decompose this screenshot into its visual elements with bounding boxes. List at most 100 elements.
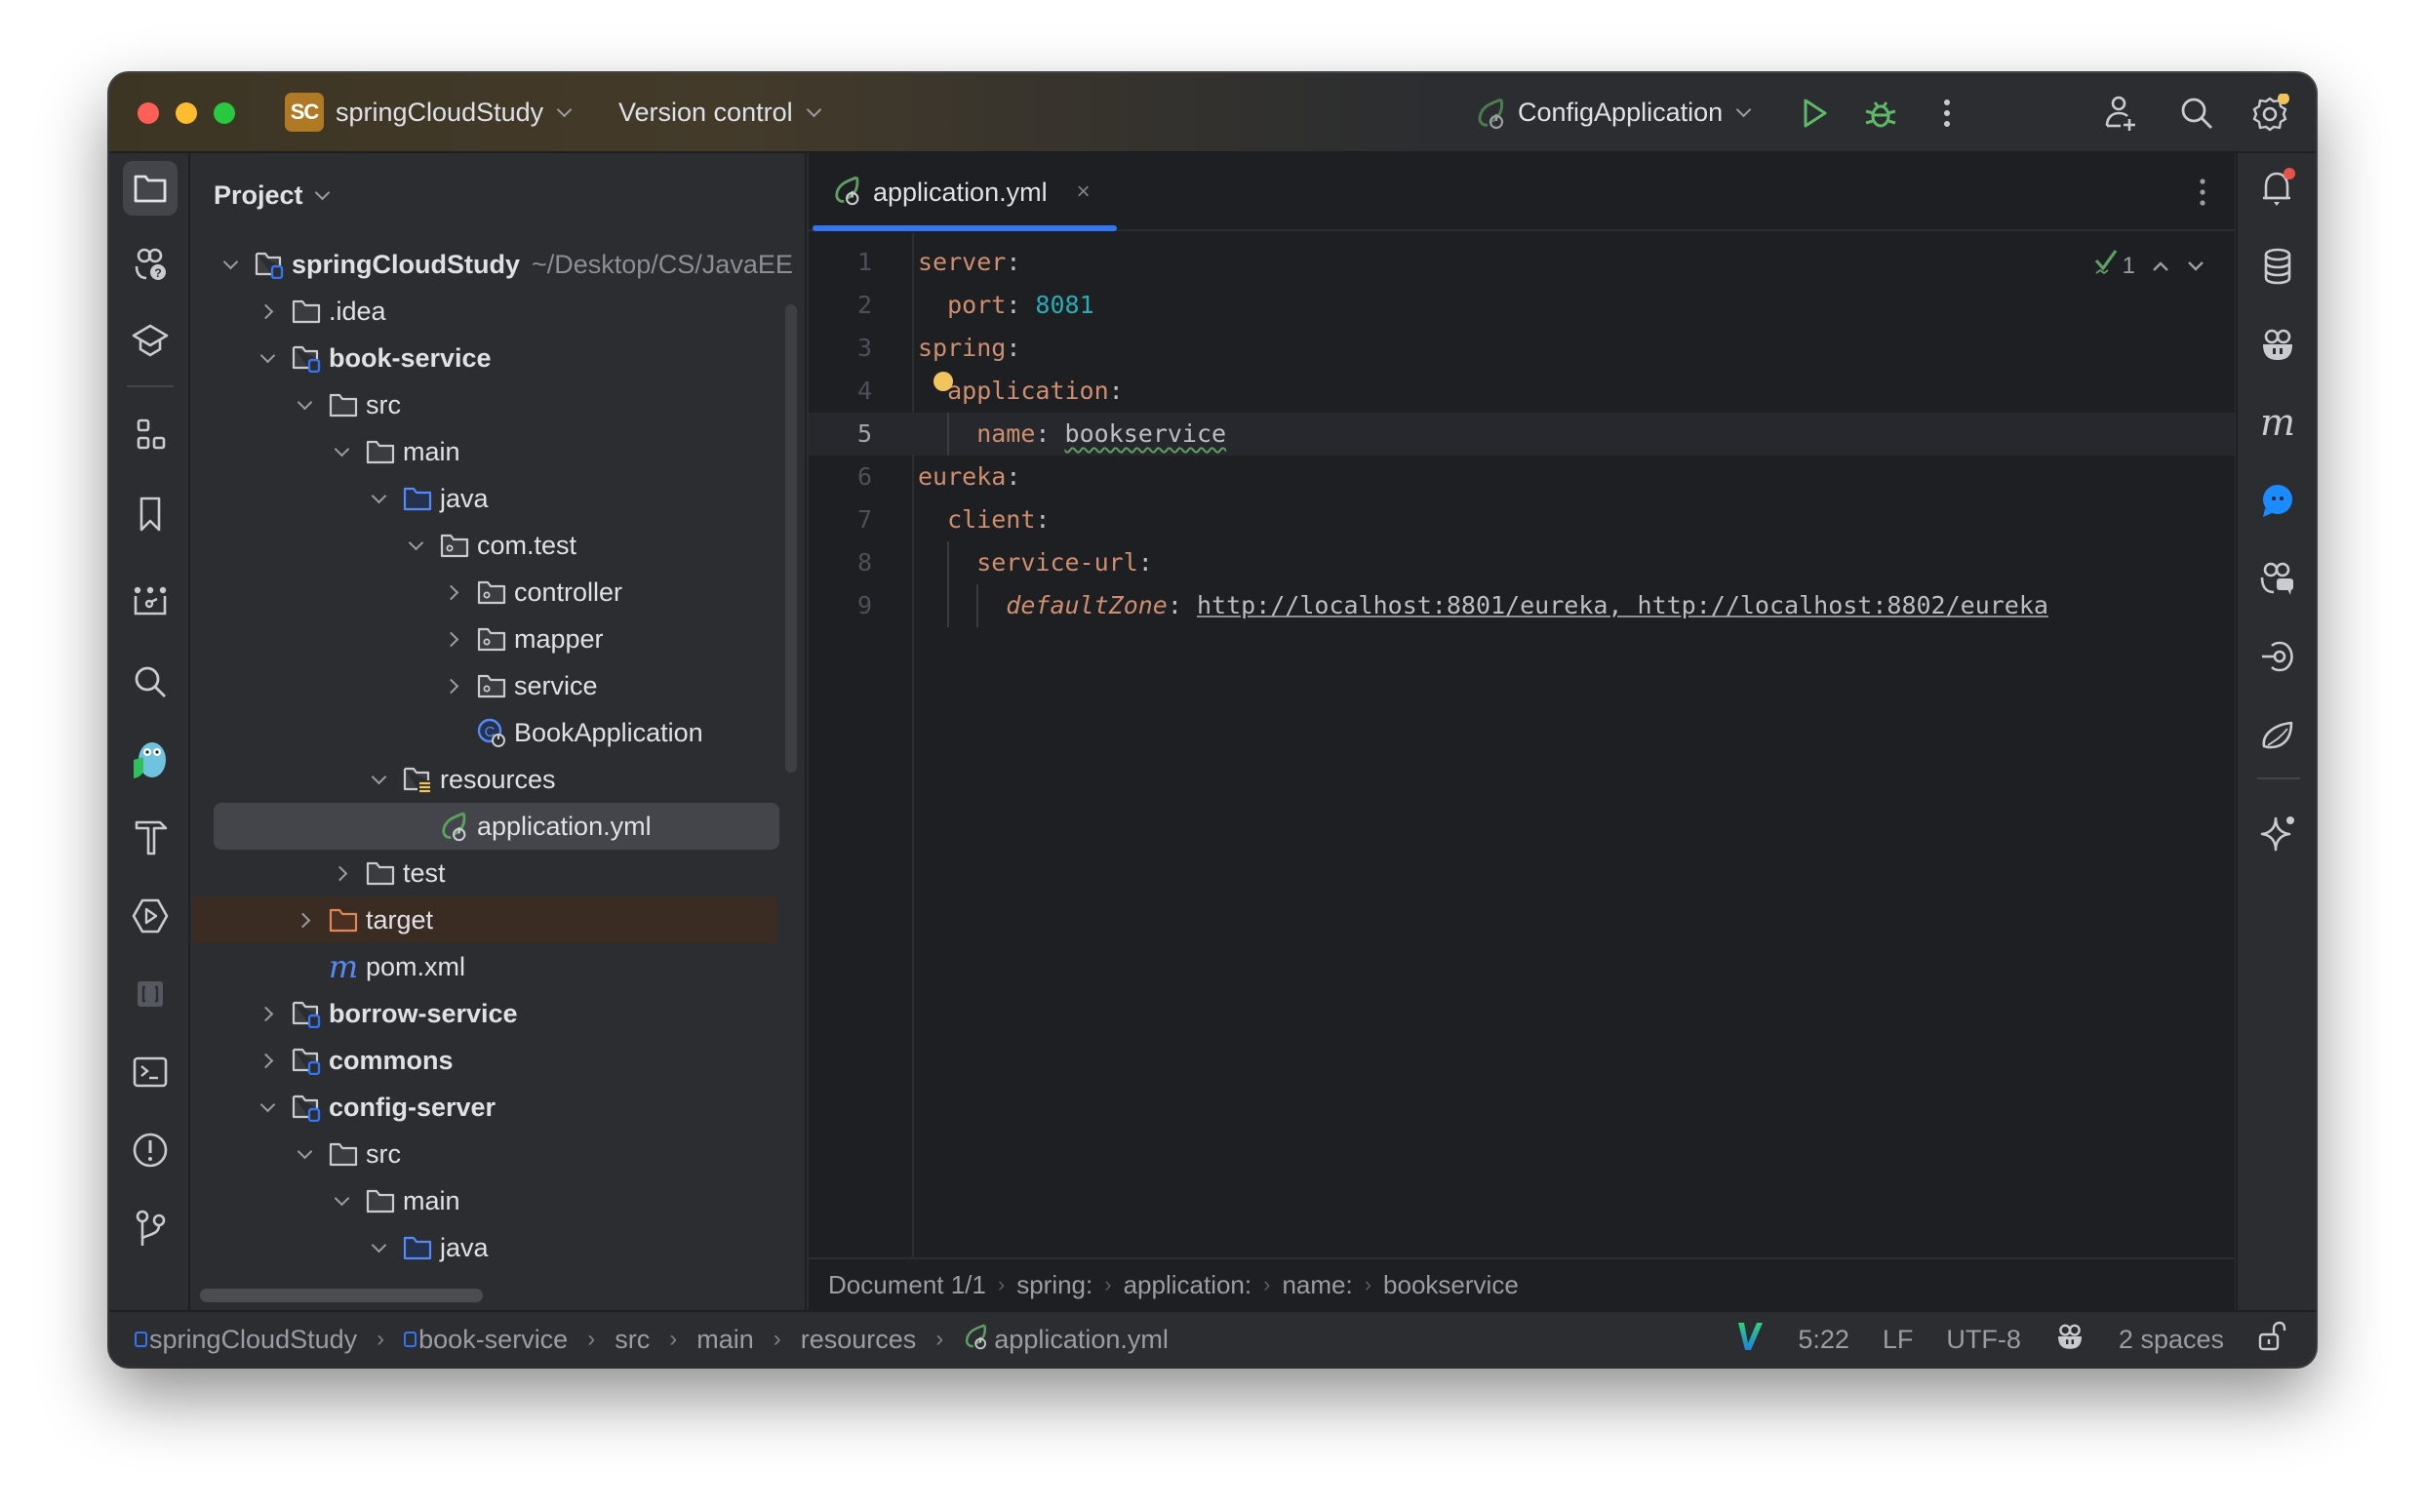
code-line[interactable]: 9 defaultZone: http://localhost:8801/eure… (809, 584, 2235, 627)
chevron-down-icon[interactable] (327, 437, 356, 466)
inspection-widget[interactable]: 1 (2093, 249, 2205, 283)
next-highlight-icon[interactable] (2186, 253, 2205, 280)
tab-options-icon[interactable] (2198, 177, 2207, 208)
tree-item[interactable]: controller (192, 569, 777, 616)
tree-item[interactable]: borrow-service (192, 990, 777, 1037)
code-line[interactable]: 6 eureka: (809, 456, 2235, 498)
line-separator[interactable]: LF (1883, 1325, 1914, 1355)
nav-path-item[interactable]: book-service (404, 1325, 568, 1355)
spring-tool-icon[interactable] (2250, 707, 2305, 762)
search-everywhere-icon[interactable] (2177, 94, 2216, 133)
chevron-right-icon[interactable] (438, 624, 467, 654)
code-line[interactable]: 3 spring: (809, 327, 2235, 370)
database-icon[interactable] (2250, 239, 2305, 294)
tree-item[interactable]: application.yml (214, 803, 779, 850)
chevron-down-icon[interactable] (253, 1093, 282, 1122)
tree-item[interactable]: mapper (192, 616, 777, 662)
breadcrumb-item[interactable]: name: (1282, 1270, 1352, 1300)
code-line[interactable]: 4 application: (809, 370, 2235, 413)
security-plugin-icon[interactable] (123, 733, 178, 787)
horizontal-scrollbar[interactable] (200, 1289, 483, 1302)
settings-icon[interactable] (2251, 93, 2290, 133)
tree-item[interactable]: test (192, 850, 777, 896)
run-button[interactable] (1795, 94, 1834, 133)
add-user-icon[interactable] (2101, 94, 2140, 133)
chevron-down-icon[interactable] (364, 484, 393, 513)
ai-chat-icon[interactable] (2250, 473, 2305, 528)
code-with-me-chat-icon[interactable] (2250, 551, 2305, 606)
nav-path-item[interactable]: application.yml (963, 1323, 1169, 1357)
tree-item[interactable]: service (192, 662, 777, 709)
minimize-window-button[interactable] (176, 102, 197, 124)
cursor-position[interactable]: 5:22 (1798, 1325, 1849, 1355)
terminal-icon[interactable] (123, 1045, 178, 1099)
services-icon[interactable] (123, 889, 178, 943)
project-badge[interactable]: SC (285, 93, 324, 132)
code-line[interactable]: 8 service-url: (809, 541, 2235, 584)
copilot-status-icon[interactable] (2054, 1321, 2085, 1359)
maximize-window-button[interactable] (214, 102, 235, 124)
close-tab-icon[interactable]: × (1077, 179, 1091, 206)
structure-icon[interactable] (123, 409, 178, 463)
chevron-right-icon[interactable] (290, 905, 319, 935)
chevron-down-icon[interactable] (253, 343, 282, 373)
nav-path-item[interactable]: src (615, 1325, 650, 1355)
version-control-menu[interactable]: Version control (618, 95, 821, 130)
vertical-scrollbar[interactable] (785, 304, 797, 773)
chevron-right-icon[interactable] (253, 297, 282, 326)
vim-plugin-icon[interactable] (1735, 1320, 1765, 1360)
file-encoding[interactable]: UTF-8 (1946, 1325, 2021, 1355)
nav-path-item[interactable]: resources (801, 1325, 917, 1355)
tree-item[interactable]: java (192, 1224, 777, 1271)
nav-path-item[interactable]: main (696, 1325, 754, 1355)
intention-bulb-icon[interactable] (933, 372, 953, 391)
code-line[interactable]: 2 port: 8081 (809, 284, 2235, 327)
breadcrumb-item[interactable]: spring: (1016, 1270, 1092, 1300)
tree-item[interactable]: m pom.xml (192, 943, 777, 990)
code-line[interactable]: 1 server: (809, 241, 2235, 284)
tree-item[interactable]: java (192, 475, 777, 522)
notifications-icon[interactable] (2250, 161, 2305, 216)
previous-highlight-icon[interactable] (2151, 253, 2170, 280)
chevron-right-icon[interactable] (253, 1046, 282, 1075)
ai-assistant-icon[interactable] (2250, 805, 2305, 859)
tab-application-yml[interactable]: application.yml × (809, 153, 1113, 231)
tree-item[interactable]: com.test (192, 522, 777, 569)
endpoints-tool-icon[interactable] (2250, 629, 2305, 684)
project-selector[interactable]: springCloudStudy (336, 95, 573, 130)
project-view-selector[interactable]: Project (214, 180, 330, 211)
tree-item[interactable]: book-service (192, 335, 777, 381)
debug-button[interactable] (1861, 94, 1900, 133)
tree-item[interactable]: .idea (192, 288, 777, 335)
tree-item[interactable]: main (192, 1177, 777, 1224)
tree-item[interactable]: C BookApplication (192, 709, 777, 756)
tree-item[interactable]: src (192, 1131, 777, 1177)
endpoints-icon[interactable] (123, 967, 178, 1021)
more-actions-icon[interactable] (1927, 94, 1966, 133)
indent-setting[interactable]: 2 spaces (2119, 1325, 2224, 1355)
tree-item[interactable]: target (192, 896, 777, 943)
chevron-down-icon[interactable] (364, 1233, 393, 1262)
breadcrumb-item[interactable]: application: (1124, 1270, 1252, 1300)
chevron-down-icon[interactable] (290, 390, 319, 419)
code-line[interactable]: 7 client: (809, 498, 2235, 541)
chevron-right-icon[interactable] (438, 577, 467, 607)
build-icon[interactable] (123, 811, 178, 865)
chevron-down-icon[interactable] (401, 531, 430, 560)
read-only-toggle-icon[interactable] (2257, 1321, 2286, 1359)
tree-item[interactable]: commons (192, 1037, 777, 1084)
copilot-icon[interactable] (2250, 317, 2305, 372)
maven-tool-icon[interactable]: m (2250, 395, 2305, 450)
chevron-down-icon[interactable] (364, 765, 393, 794)
bookmarks-icon[interactable] (123, 487, 178, 541)
url-link[interactable]: http://localhost:8801/eureka, http://loc… (1197, 591, 2048, 619)
profiler-icon[interactable] (123, 596, 178, 625)
tree-item[interactable]: config-server (192, 1084, 777, 1131)
problems-icon[interactable] (123, 1123, 178, 1177)
tree-item[interactable]: resources (192, 756, 777, 803)
code-line[interactable]: 5 name: bookservice (809, 413, 2235, 456)
chevron-right-icon[interactable] (253, 999, 282, 1028)
chevron-right-icon[interactable] (438, 671, 467, 700)
run-configuration-selector[interactable]: ConfigApplication (1518, 95, 1752, 130)
project-tool-button[interactable] (123, 161, 178, 216)
